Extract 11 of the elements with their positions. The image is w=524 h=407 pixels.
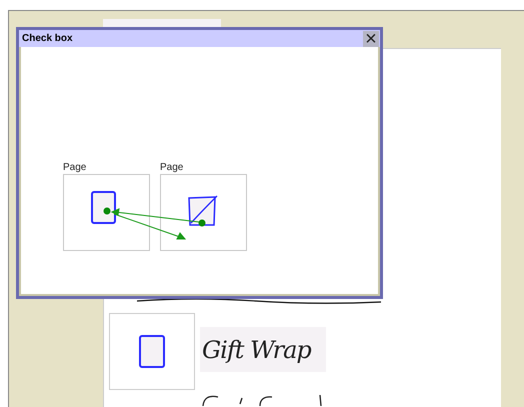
checked-box-icon[interactable] xyxy=(187,194,219,228)
page-thumbnail[interactable] xyxy=(160,174,247,251)
page-thumbnail[interactable] xyxy=(63,174,150,251)
handwritten-label: Gift Wrap xyxy=(200,327,326,372)
page-label: Page xyxy=(160,161,184,175)
page-label: Page xyxy=(63,161,86,175)
checkbox-icon[interactable] xyxy=(139,335,165,368)
page-thumbnail[interactable] xyxy=(109,313,195,390)
close-button[interactable]: × xyxy=(363,30,379,46)
dialog-title: Check box xyxy=(22,32,73,46)
checkbox-icon[interactable] xyxy=(91,191,116,224)
